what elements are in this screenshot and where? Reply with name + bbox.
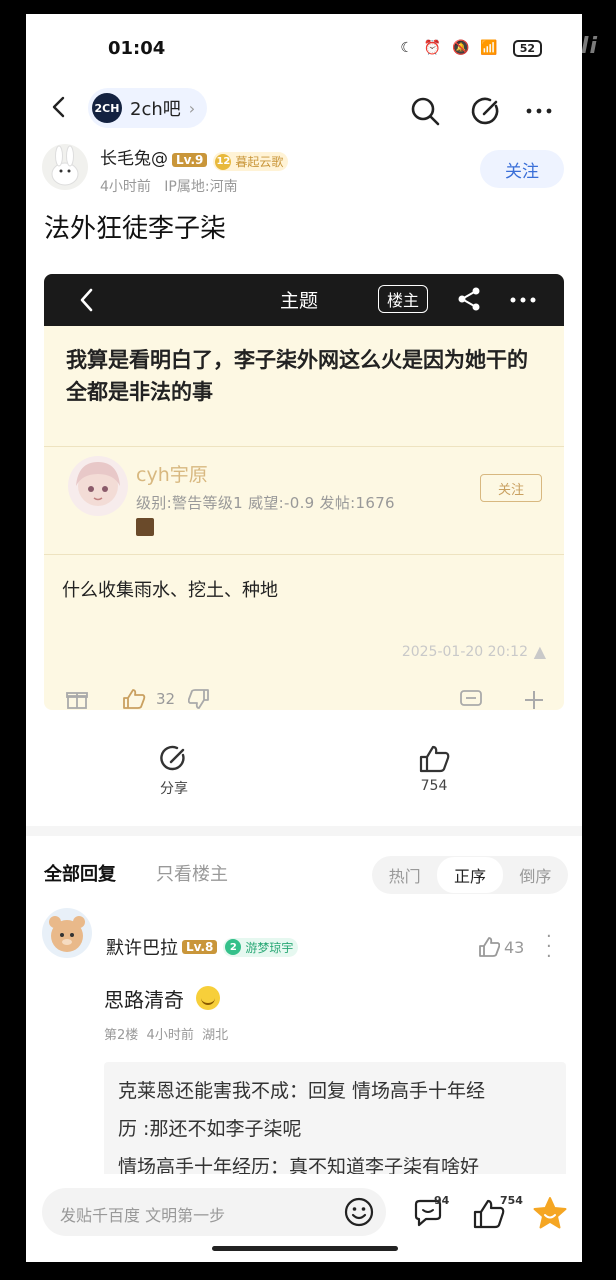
- chevron-right-icon: ›: [188, 98, 196, 118]
- android-icon: ▲: [533, 642, 546, 661]
- reply-more-icon[interactable]: · · ·: [546, 928, 552, 966]
- sort-asc[interactable]: 正序: [437, 857, 503, 893]
- forum-link[interactable]: 2CH 2ch吧 ›: [88, 88, 208, 128]
- share-icon: [160, 745, 185, 771]
- follow-button[interactable]: 关注: [480, 150, 564, 188]
- home-indicator[interactable]: [212, 1246, 398, 1251]
- comment-placeholder: 发贴千百度 文明第一步: [60, 1206, 226, 1225]
- reply-username[interactable]: 默许巴拉: [106, 934, 178, 960]
- reply-time: 4小时前: [146, 1028, 194, 1043]
- search-icon[interactable]: [408, 94, 442, 128]
- reply-meta: 第2楼 4小时前 湖北: [104, 1024, 228, 1043]
- section-gap: [26, 826, 582, 836]
- bottom-like-count: 754: [500, 1194, 523, 1207]
- card-dislike-icon: [188, 689, 209, 709]
- reply-user-line: 默许巴拉 Lv.8 2 游梦琼宇: [106, 934, 299, 960]
- post-time: 4小时前: [100, 179, 151, 195]
- card-plus-icon: [525, 691, 543, 709]
- favorite-star-icon[interactable]: [532, 1196, 568, 1230]
- app-screen: 01:04 ☾ ⏰ 🔕 📶 52 2CH 2ch吧 › 长毛兔@ Lv.9 12 暮起…: [26, 14, 582, 1262]
- card-comment-icon: [460, 690, 482, 706]
- card-like-count: 32: [156, 690, 176, 708]
- share-label: 分享: [160, 781, 188, 797]
- like-count: 754: [420, 778, 448, 794]
- reply-like-icon[interactable]: [478, 936, 500, 958]
- badge-label: 暮起云歌: [235, 155, 284, 169]
- comment-count: 94: [434, 1194, 450, 1207]
- status-icons: ☾ ⏰ 🔕 📶 52: [400, 40, 542, 57]
- moon-icon: ☾: [400, 40, 416, 56]
- card-user-stats: 级别:警告等级1 威望:-0.9 发帖:1676: [136, 494, 395, 512]
- author-name[interactable]: 长毛兔@: [100, 149, 168, 169]
- card-follow-button: 关注: [480, 474, 542, 502]
- level-badge: Lv.9: [172, 153, 208, 167]
- sort-hot[interactable]: 热门: [372, 863, 437, 887]
- card-user-avatar: [68, 456, 128, 516]
- forum-name: 2ch吧: [130, 99, 181, 120]
- sub-reply-line: 历 :那还不如李子柒呢: [118, 1118, 302, 1140]
- reply-avatar[interactable]: [42, 908, 92, 958]
- author-avatar[interactable]: [42, 144, 88, 190]
- sub-reply-line: 克莱恩还能害我不成：回复 情场高手十年经: [118, 1080, 486, 1102]
- sort-toggle: 热门 正序 倒序: [372, 856, 568, 894]
- tab-op-only[interactable]: 只看楼主: [156, 860, 228, 886]
- sort-desc[interactable]: 倒序: [503, 863, 568, 887]
- card-share-icon: [458, 287, 480, 311]
- post-ip: IP属地:河南: [164, 179, 238, 195]
- card-username: cyh宇原: [136, 464, 208, 486]
- thumbs-up-icon: [419, 745, 450, 773]
- card-louzhu-tag: 楼主: [378, 285, 429, 313]
- status-time: 01:04: [108, 38, 166, 59]
- title-badge: 12 暮起云歌: [213, 152, 289, 171]
- divider: [44, 446, 564, 447]
- post-meta: 4小时前 IP属地:河南: [100, 176, 238, 196]
- reply-location: 湖北: [202, 1028, 229, 1043]
- back-icon[interactable]: [48, 96, 70, 118]
- embedded-screenshot[interactable]: 主题 楼主 我算是看明白了，李子柒外网这么火是因为她干的全都是非法的事 cyh宇…: [44, 274, 564, 710]
- reply-badge-level: 2: [225, 939, 242, 955]
- gift-icon: [66, 692, 88, 709]
- wifi-icon: 📶: [480, 40, 501, 56]
- forum-logo: 2CH: [92, 93, 122, 123]
- comment-input[interactable]: 发贴千百度 文明第一步: [42, 1188, 386, 1236]
- card-body-text: 什么收集雨水、挖土、种地: [62, 580, 278, 601]
- author-line: 长毛兔@ Lv.9 12 暮起云歌: [100, 144, 289, 171]
- reply-content: 思路清奇: [104, 984, 221, 1013]
- edit-icon[interactable]: [470, 94, 504, 128]
- card-medal-icon: [136, 518, 154, 536]
- like-button[interactable]: 754: [404, 744, 464, 794]
- reply-like-count: 43: [504, 938, 525, 957]
- card-header-title: 主题: [280, 290, 319, 312]
- reply-text: 思路清奇: [104, 988, 184, 1012]
- tab-all-replies[interactable]: 全部回复: [44, 860, 116, 886]
- reply-title-badge: 2 游梦琼宇: [223, 937, 299, 957]
- battery-icon: 52: [512, 40, 542, 57]
- divider: [44, 554, 564, 555]
- badge-level: 12: [215, 153, 232, 170]
- share-button[interactable]: 分享: [144, 744, 204, 798]
- sub-replies[interactable]: 克莱恩还能害我不成：回复 情场高手十年经 历 :那还不如李子柒呢 情场高手十年经…: [104, 1062, 566, 1192]
- reply-badge-label: 游梦琼宇: [245, 940, 294, 955]
- card-like-icon: [123, 689, 146, 709]
- mute-icon: 🔕: [452, 40, 473, 56]
- more-icon[interactable]: [522, 94, 556, 128]
- post-title: 法外狂徒李子柒: [44, 214, 227, 244]
- reply-floor: 第2楼: [104, 1028, 139, 1043]
- card-more-icon: [510, 297, 536, 303]
- smile-emoji-icon: [196, 986, 221, 1010]
- card-question: 我算是看明白了，李子柒外网这么火是因为她干的全都是非法的事: [66, 348, 528, 404]
- reply-level-badge: Lv.8: [182, 940, 218, 954]
- alarm-icon: ⏰: [423, 40, 445, 56]
- card-back-icon: [80, 288, 93, 312]
- emoji-icon[interactable]: [344, 1197, 374, 1227]
- card-header-bar: 主题 楼主: [44, 274, 564, 326]
- card-date: 2025-01-20 20:12: [401, 644, 528, 660]
